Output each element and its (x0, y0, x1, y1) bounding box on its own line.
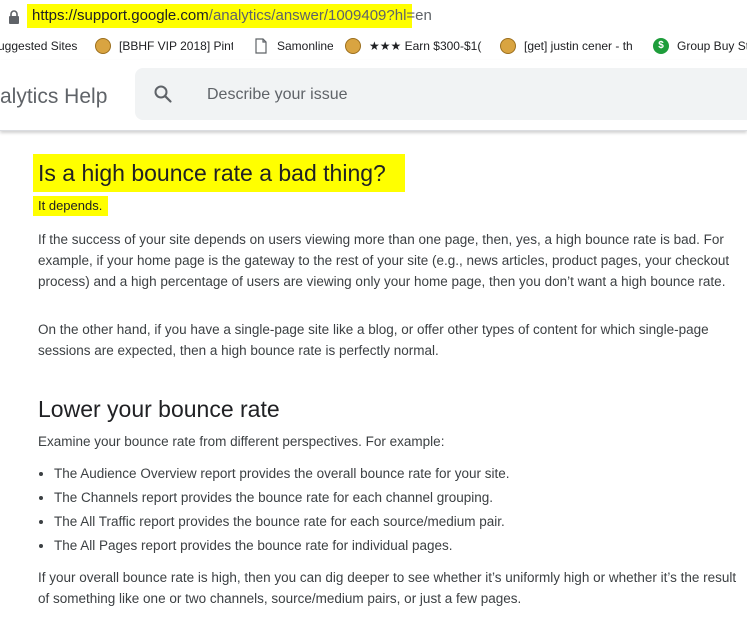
gold-coin-icon (95, 38, 111, 54)
paragraph-1: If the success of your site depends on u… (38, 232, 730, 289)
closing-paragraph: If your overall bounce rate is high, the… (38, 570, 737, 606)
bookmark-label: uggested Sites (0, 39, 78, 53)
search-input[interactable] (205, 82, 729, 108)
list-item: The All Pages report provides the bounce… (38, 534, 743, 558)
bookmark-samonline[interactable]: Samonline (253, 37, 333, 55)
paragraph-2: On the other hand, if you have a single-… (38, 322, 709, 358)
search-icon[interactable] (153, 84, 173, 104)
dollar-icon: $ (653, 38, 669, 54)
url-text[interactable]: https://support.google.com/analytics/ans… (32, 6, 432, 26)
bookmark-label: Samonline (277, 39, 333, 53)
bookmark-suggested-sites[interactable]: uggested Sites (0, 37, 86, 55)
list-item: The Audience Overview report provides th… (38, 462, 743, 486)
article-title: Is a high bounce rate a bad thing? (38, 160, 386, 186)
bullet-icon (39, 520, 43, 524)
gold-coin-icon (500, 38, 516, 54)
url-host: https://support.google.com (32, 7, 209, 24)
bullet-icon (39, 496, 43, 500)
page-icon (255, 38, 267, 54)
help-header: alytics Help (0, 60, 747, 131)
lock-icon (9, 10, 19, 24)
section-title: Lower your bounce rate (38, 396, 280, 422)
bookmarks-bar: uggested Sites [BBHF VIP 2018] Pint Samo… (0, 32, 747, 60)
address-bar[interactable]: https://support.google.com/analytics/ans… (0, 0, 747, 32)
bookmark-bbhf[interactable]: [BBHF VIP 2018] Pint (95, 37, 233, 55)
list-item: The Channels report provides the bounce … (38, 486, 743, 510)
bookmark-label: [get] justin cener - th (524, 39, 633, 53)
gold-coin-icon (345, 38, 361, 54)
url-path: /analytics/answer/1009409?hl=en (208, 7, 432, 24)
search-box[interactable] (135, 68, 747, 120)
bullet-icon (39, 544, 43, 548)
bookmark-justin-cener[interactable]: [get] justin cener - th (500, 37, 640, 55)
list-item-text: The All Pages report provides the bounce… (54, 538, 453, 553)
bullet-icon (39, 472, 43, 476)
bookmark-label: ★★★ Earn $300-$1( (369, 39, 482, 53)
bookmark-label: [BBHF VIP 2018] Pint (119, 39, 233, 53)
list-item-text: The All Traffic report provides the boun… (54, 514, 505, 529)
section-intro: Examine your bounce rate from different … (38, 434, 445, 449)
bookmark-group-buy[interactable]: $ Group Buy St (653, 37, 747, 55)
bookmark-label: Group Buy St (677, 39, 747, 53)
help-center-title[interactable]: alytics Help (0, 84, 107, 110)
list-item-text: The Audience Overview report provides th… (54, 466, 510, 481)
list-item-text: The Channels report provides the bounce … (54, 490, 494, 505)
report-list: The Audience Overview report provides th… (38, 462, 743, 558)
short-answer: It depends. (38, 198, 103, 213)
bookmark-earn[interactable]: ★★★ Earn $300-$1( (345, 37, 488, 55)
list-item: The All Traffic report provides the boun… (38, 510, 743, 534)
